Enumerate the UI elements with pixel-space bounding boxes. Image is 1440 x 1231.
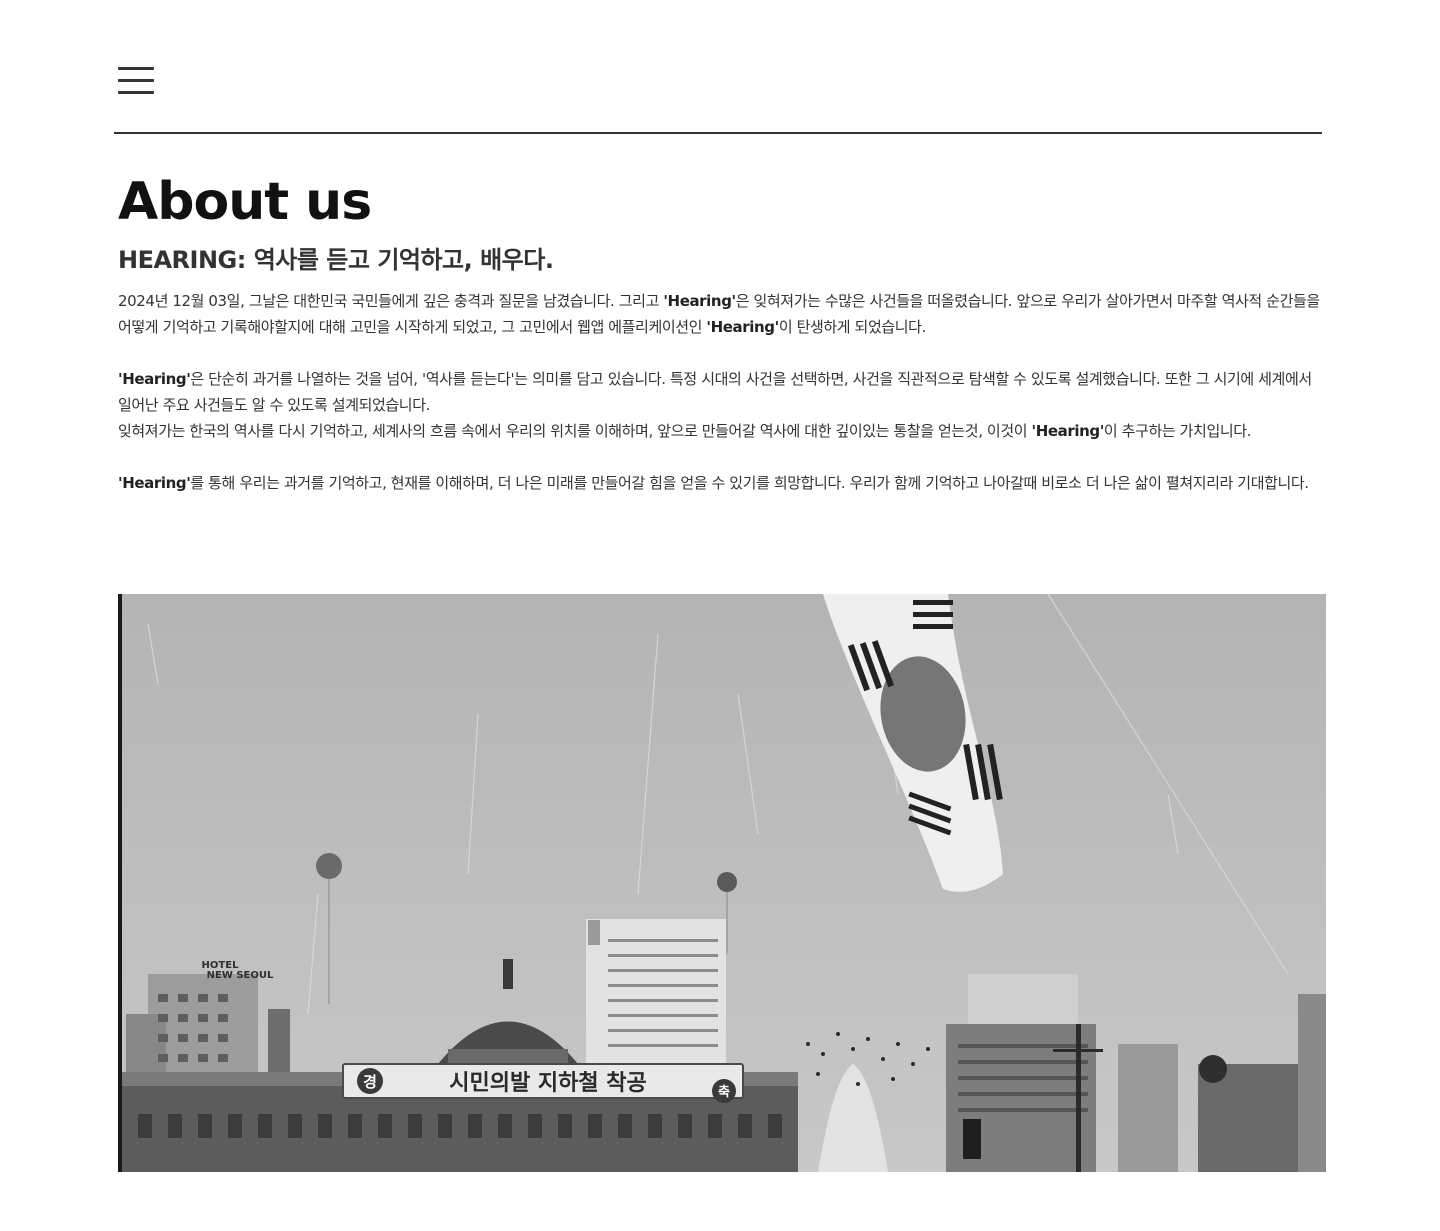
text-span: 를 통해 우리는 과거를 기억하고, 현재를 이해하며, 더 나은 미래를 만들… — [190, 474, 1309, 492]
historical-photo: HOTEL NEW SEOUL 경 시민의발 지하철 착공 축 — [118, 594, 1326, 1172]
menu-bar-top — [118, 67, 154, 70]
menu-bar-bottom — [118, 91, 154, 94]
main-building: 경 시민의발 지하철 착공 축 — [118, 1063, 798, 1172]
hearing-bold: 'Hearing' — [663, 292, 736, 310]
hearing-bold: 'Hearing' — [1031, 422, 1105, 440]
about-section: About us HEARING: 역사를 듣고 기억하고, 배우다. 2024… — [118, 170, 1324, 496]
intro-paragraph-1: 2024년 12월 03일, 그날은 대한민국 국민들에게 깊은 충격과 질문을… — [118, 288, 1324, 340]
hotel-sign-line2: NEW SEOUL — [207, 970, 274, 981]
text-span: 은 단순히 과거를 나열하는 것을 넘어, '역사를 듣는다'는 의미를 담고 … — [118, 370, 1312, 414]
intro-paragraph-4: 'Hearing'를 통해 우리는 과거를 기억하고, 현재를 이해하며, 더 … — [118, 470, 1324, 496]
page-title: About us — [118, 172, 372, 232]
text-span: 이 추구하는 가치입니다. — [1103, 422, 1252, 440]
hearing-bold: 'Hearing' — [118, 370, 191, 388]
text-span: 이 탄생하게 되었습니다. — [778, 318, 927, 336]
banner-left-text: 경 — [363, 1073, 377, 1091]
banner-right-text: 축 — [718, 1084, 730, 1100]
intro-paragraph-2: 'Hearing'은 단순히 과거를 나열하는 것을 넘어, '역사를 듣는다'… — [118, 366, 1324, 418]
hamburger-menu-icon[interactable] — [116, 64, 156, 98]
hearing-bold: 'Hearing' — [706, 318, 779, 336]
text-span: 2024년 12월 03일, 그날은 대한민국 국민들에게 깊은 충격과 질문을… — [118, 292, 664, 310]
page-subtitle: HEARING: 역사를 듣고 기억하고, 배우다. — [118, 246, 554, 274]
photo-illustration: HOTEL NEW SEOUL 경 시민의발 지하철 착공 축 — [118, 594, 1326, 1172]
hearing-bold: 'Hearing' — [118, 474, 191, 492]
site-header — [114, 0, 1322, 134]
intro-paragraph-3: 잊혀져가는 한국의 역사를 다시 기억하고, 세계사의 흐름 속에서 우리의 위… — [118, 418, 1324, 444]
text-span: 잊혀져가는 한국의 역사를 다시 기억하고, 세계사의 흐름 속에서 우리의 위… — [118, 422, 1032, 440]
menu-bar-middle — [118, 79, 154, 82]
banner-main-text: 시민의발 지하철 착공 — [449, 1071, 646, 1096]
